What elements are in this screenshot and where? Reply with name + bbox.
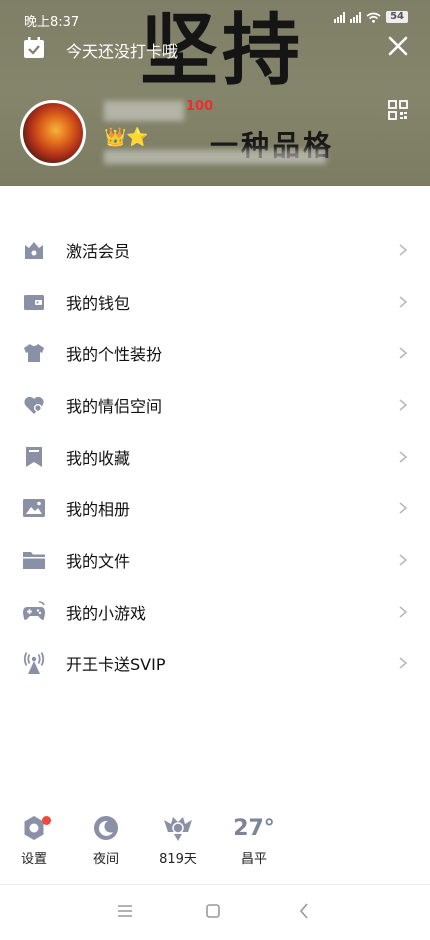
menu-item-mini-games[interactable]: 我的小游戏 <box>0 586 430 638</box>
signal-icon <box>350 11 362 23</box>
menu-label: 我的情侣空间 <box>66 396 163 416</box>
chevron-right-icon <box>399 347 408 359</box>
back-icon[interactable] <box>292 901 316 921</box>
temperature-text: 27° <box>233 815 275 841</box>
menu-item-activate-vip[interactable]: 激活会员 <box>0 224 430 276</box>
city-label: 昌平 <box>240 852 267 867</box>
signal-icon <box>334 11 346 23</box>
signature-blurred[interactable] <box>104 150 326 164</box>
menu-label: 我的钱包 <box>66 293 131 313</box>
menu-list: 激活会员 我的钱包 我的个性装扮 我的情侣空间 我的收藏 我的相册 我的文件 我… <box>0 224 430 689</box>
menu-icon[interactable] <box>113 901 137 921</box>
photo-icon <box>23 499 45 518</box>
profile-header: 坚持 一种品格 晚上8:37 54 今天还没打卡哦 100 👑⭐ <box>0 0 430 186</box>
nickname-blurred[interactable] <box>104 101 184 121</box>
wallet-icon <box>24 294 44 310</box>
night-label: 夜间 <box>92 852 119 867</box>
status-bar: 晚上8:37 54 <box>0 0 430 34</box>
menu-item-files[interactable]: 我的文件 <box>0 534 430 586</box>
menu-label: 我的小游戏 <box>66 603 147 623</box>
menu-label: 我的个性装扮 <box>66 345 163 365</box>
menu-item-wangka-svip[interactable]: 开王卡送SVIP <box>0 638 430 690</box>
status-time: 晚上8:37 <box>24 15 80 30</box>
chevron-right-icon <box>399 657 408 669</box>
notification-dot <box>42 816 51 825</box>
chevron-right-icon <box>399 244 408 256</box>
calendar-check-icon[interactable] <box>23 37 45 59</box>
moon-icon <box>94 816 118 840</box>
rank-crown-icon <box>164 817 192 841</box>
settings-button[interactable]: 设置 <box>4 812 64 867</box>
weather-widget[interactable]: 27° 昌平 <box>224 812 284 868</box>
folder-icon <box>23 551 45 569</box>
checkin-text[interactable]: 今天还没打卡哦 <box>66 38 178 62</box>
badge-score: 100 <box>186 99 214 114</box>
battery-indicator: 54 <box>386 11 408 23</box>
days-badge[interactable]: 819天 <box>148 812 208 867</box>
chevron-right-icon <box>399 295 408 308</box>
system-navbar <box>0 884 430 940</box>
menu-label: 激活会员 <box>66 241 131 261</box>
menu-item-favorites[interactable]: 我的收藏 <box>0 431 430 483</box>
avatar[interactable] <box>20 100 86 166</box>
menu-item-couple-space[interactable]: 我的情侣空间 <box>0 379 430 431</box>
qrcode-icon[interactable] <box>388 100 408 120</box>
chevron-right-icon <box>399 554 408 566</box>
menu-label: 我的文件 <box>66 551 131 571</box>
badge-icons[interactable]: 👑⭐ <box>104 127 149 148</box>
menu-label: 我的相册 <box>66 500 131 520</box>
wifi-icon <box>366 12 381 23</box>
gamepad-icon <box>23 600 45 620</box>
signal-tower-icon <box>23 652 45 675</box>
home-icon[interactable] <box>201 901 225 921</box>
chevron-right-icon <box>399 399 408 411</box>
menu-label: 开王卡送SVIP <box>66 655 166 675</box>
chevron-right-icon <box>399 606 408 618</box>
heart-icon <box>24 396 44 414</box>
menu-item-album[interactable]: 我的相册 <box>0 482 430 534</box>
bottom-actions: 设置 夜间 819天 27° 昌平 <box>0 812 300 872</box>
settings-label: 设置 <box>20 852 47 867</box>
crown-box-icon <box>25 241 43 259</box>
tshirt-icon <box>24 344 44 363</box>
menu-label: 我的收藏 <box>66 448 131 468</box>
menu-item-wallet[interactable]: 我的钱包 <box>0 276 430 328</box>
close-icon[interactable] <box>384 32 412 60</box>
chevron-right-icon <box>399 502 408 514</box>
bookmark-icon <box>26 446 42 467</box>
days-label: 819天 <box>159 852 197 867</box>
menu-item-personal-decoration[interactable]: 我的个性装扮 <box>0 327 430 379</box>
chevron-right-icon <box>399 451 408 463</box>
night-mode-button[interactable]: 夜间 <box>76 812 136 867</box>
